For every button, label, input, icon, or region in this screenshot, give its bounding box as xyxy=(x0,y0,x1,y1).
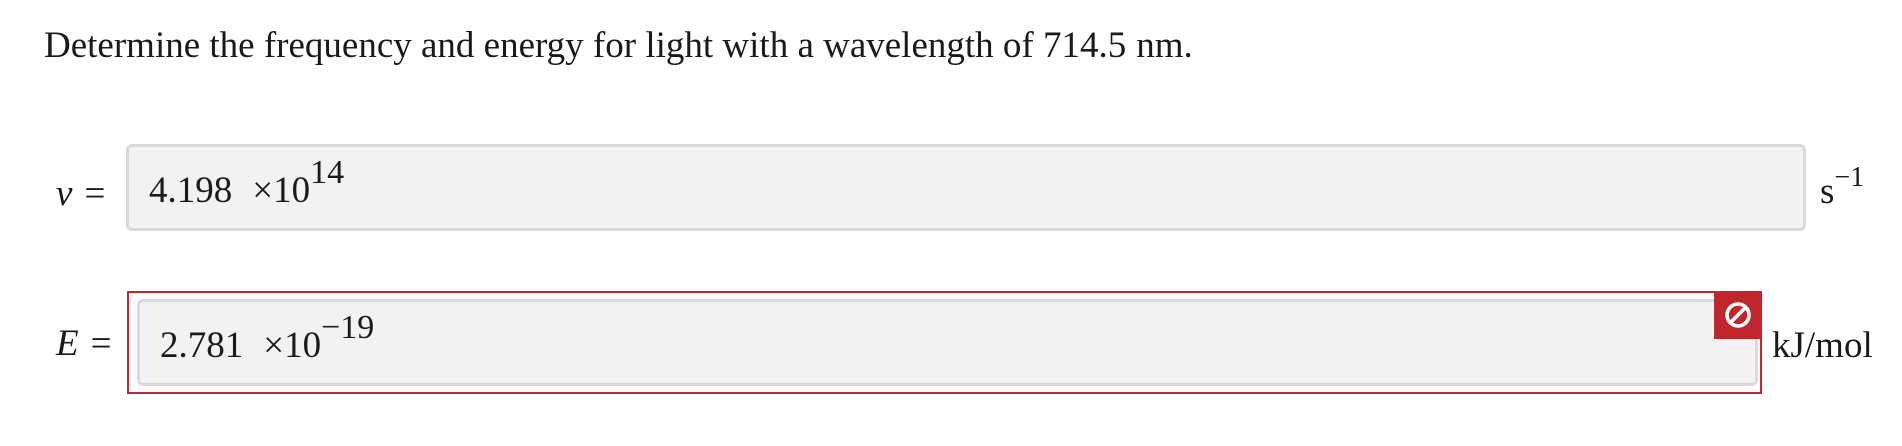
energy-symbol: E xyxy=(56,323,79,364)
question-end: . xyxy=(1183,25,1193,66)
question-text: Determine the frequency and energy for l… xyxy=(44,22,1193,70)
frequency-answer-field[interactable]: 4.198 ×1014 xyxy=(126,144,1806,231)
frequency-label: ν = xyxy=(56,172,105,216)
frequency-mantissa: 4.198 xyxy=(149,170,233,211)
frequency-times: ×10 xyxy=(252,170,311,211)
frequency-symbol: ν xyxy=(56,173,73,214)
energy-unit: kJ/mol xyxy=(1772,325,1873,366)
frequency-unit-exponent: −1 xyxy=(1834,161,1865,193)
energy-label: E = xyxy=(56,322,111,366)
energy-equals: = xyxy=(90,323,112,364)
prohibited-glyph xyxy=(1725,302,1751,328)
frequency-equals: = xyxy=(84,173,106,214)
energy-answer-field[interactable]: 2.781 ×10−19 xyxy=(137,299,1758,386)
energy-incorrect-frame: 2.781 ×10−19 xyxy=(127,291,1762,394)
energy-answer-value: 2.781 ×10−19 xyxy=(160,310,374,368)
energy-times: ×10 xyxy=(263,325,322,366)
frequency-answer-value: 4.198 ×1014 xyxy=(149,155,344,213)
prohibited-icon xyxy=(1714,291,1762,339)
frequency-unit: s−1 xyxy=(1820,163,1864,214)
question-unit: nm xyxy=(1136,25,1184,66)
energy-exponent: −19 xyxy=(321,308,375,346)
question-body: Determine the frequency and energy for l… xyxy=(44,25,1127,66)
energy-mantissa: 2.781 xyxy=(160,325,244,366)
frequency-exponent: 14 xyxy=(310,153,345,191)
frequency-unit-base: s xyxy=(1820,171,1835,212)
